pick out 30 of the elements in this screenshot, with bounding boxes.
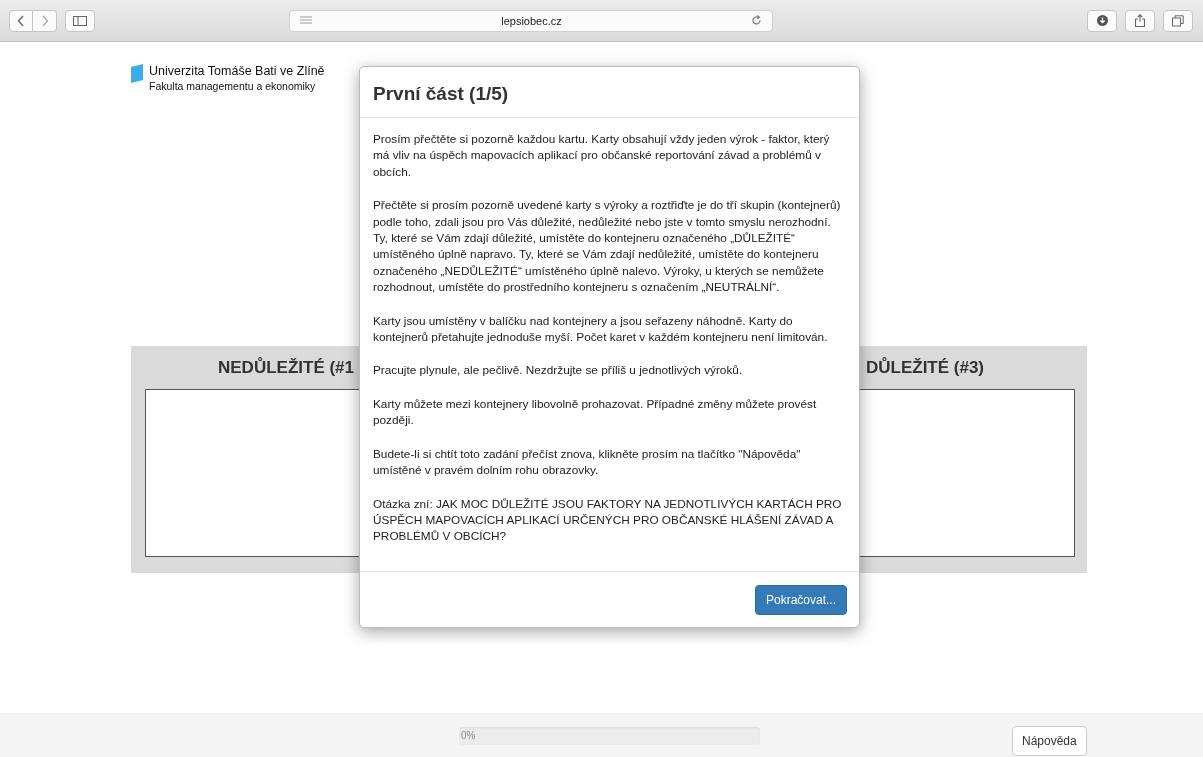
instruction-paragraph: Pracujte plynule, ale pečlivě. Nezdržujte se příliš u jednotlivých výroků. xyxy=(373,362,744,379)
sidebar-button[interactable] xyxy=(65,9,95,32)
tabs-icon xyxy=(1172,14,1184,27)
instruction-paragraph: Karty jsou umístěny v balíčku nad kontejnery a jsou seřazeny náhodně. Karty do kontejnerů přetahujte jednoduše myší. Počet karet v každém kontejneru není limitován. xyxy=(373,312,829,346)
dialog-title: První část (1/5) xyxy=(373,83,509,104)
sidebar-icon xyxy=(73,15,87,26)
share-icon xyxy=(1135,14,1145,27)
container-heading: DŮLEŽITÉ (#3) xyxy=(865,357,985,378)
instruction-paragraph: Otázka zní: JAK MOC DŮLEŽITÉ JSOU FAKTORY NA JEDNOTLIVÝCH KARTÁCH PRO ÚSPĚCH MAPOVACÍCH APLIKACÍ URČENÝCH PRO OBČANSKÉ HLÁŠENÍ ZÁVAD A PROBLÉMŮ V OBCÍCH? xyxy=(373,495,843,545)
tabs-button[interactable] xyxy=(1163,9,1193,32)
chevron-left-icon xyxy=(17,14,25,27)
container-heading: NEDŮLEŽITÉ (#1 xyxy=(218,357,355,378)
progress-label: 0% xyxy=(461,730,476,741)
instruction-paragraph: Budete-li si chtít toto zadání přečíst znova, klikněte prosím na tlačítko "Nápověda" umístěné v pravém dolním rohu obrazovky. xyxy=(373,445,802,479)
instruction-paragraph: Prosím přečtěte si pozorně každou kartu. Karty obsahují vždy jeden výrok - faktor, který má vliv na úspěch mapovacích aplikací pro občanské reportování závad a problémů v obcích. xyxy=(373,131,831,181)
download-button[interactable] xyxy=(1087,9,1117,32)
url-text: lepsiobec.cz xyxy=(501,14,562,27)
continue-button[interactable]: Pokračovat... xyxy=(754,585,847,615)
reload-icon[interactable] xyxy=(751,15,762,26)
help-button[interactable]: Nápověda xyxy=(1012,726,1087,756)
chevron-right-icon xyxy=(40,14,49,27)
logo-icon xyxy=(131,64,143,83)
instruction-paragraph: Karty můžete mezi kontejnery libovolně prohazovat. Případné změny můžete provést později. xyxy=(373,395,818,429)
faculty-name: Fakulta managementu a ekonomiky xyxy=(149,79,317,93)
back-button[interactable] xyxy=(9,9,33,32)
address-bar[interactable]: lepsiobec.cz xyxy=(289,9,773,32)
download-icon xyxy=(1096,15,1108,26)
university-name: Univerzita Tomáše Bati ve Zlíně xyxy=(149,64,325,79)
share-button[interactable] xyxy=(1125,9,1155,32)
instruction-paragraph: Přečtěte si prosím pozorně uvedené karty s výroky a roztřiďte je do tří skupin (kontejnerů) podle toho, zdali jsou pro Vás důležité, nedůležité nebo jste v tomto smyslu nerozhodní. Ty, které se Vám zdají důležité, umístěte do kontejneru označeného „DŮLEŽITÉ“ umístěného úplně napravo. Ty, které se Vám zdají nedůležité, umístěte do kontejneru označeného „NEDŮLEŽITÉ“ umístěného úplně nalevo. Výroky, u kterých se nemůžete rozhodnout, umístěte do prostředního kontejneru s označením „NEUTRÁLNÍ“. xyxy=(373,197,842,296)
